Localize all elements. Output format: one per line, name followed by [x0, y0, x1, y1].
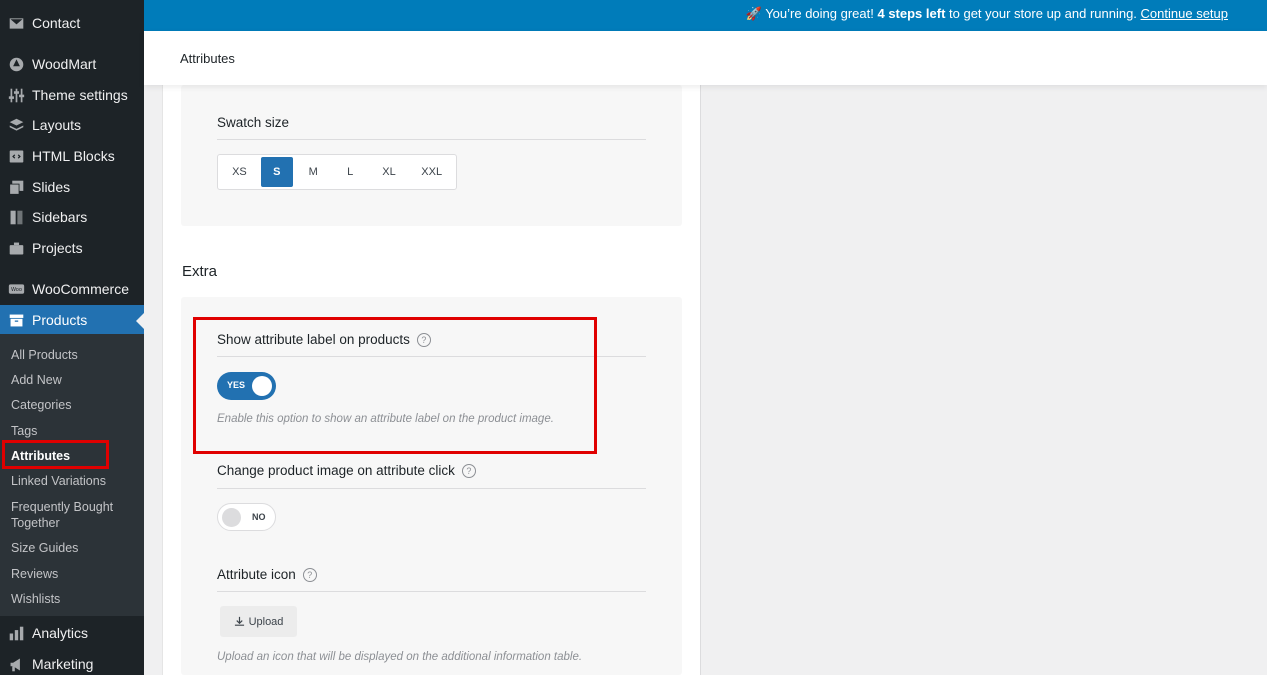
help-icon[interactable]: ? [302, 567, 317, 582]
toggle-knob [252, 376, 272, 396]
admin-sidebar: Contact WoodMart Theme settings Layouts … [0, 0, 144, 675]
show-attribute-label-toggle[interactable]: YES [217, 372, 276, 400]
menu-item-products[interactable]: Products [0, 305, 144, 335]
html-block-icon [7, 147, 25, 165]
slides-icon [7, 178, 25, 196]
show-attribute-label-description: Enable this option to show an attribute … [217, 413, 554, 425]
divider [217, 139, 646, 140]
upload-button-label: Upload [248, 615, 284, 628]
menu-item-woocommerce[interactable]: Woo WooCommerce [0, 274, 144, 304]
menu-item-layouts[interactable]: Layouts [0, 110, 144, 140]
page-title: Attributes [180, 51, 235, 66]
megaphone-icon [7, 655, 25, 673]
menu-item-slides[interactable]: Slides [0, 172, 144, 202]
menu-item-contact[interactable]: Contact [0, 8, 144, 38]
show-attribute-label-label: Show attribute label on products [217, 332, 410, 347]
help-icon[interactable]: ? [461, 463, 476, 478]
extra-settings-card: Show attribute label on products ? YES E… [181, 297, 682, 675]
menu-item-analytics[interactable]: Analytics [0, 618, 144, 648]
section-title-extra: Extra [182, 263, 218, 280]
swatch-size-selector: XS S M L XL XXL [217, 154, 457, 190]
submenu-reviews[interactable]: Reviews [11, 566, 136, 582]
swatch-option-l[interactable]: L [334, 157, 367, 187]
menu-label: Contact [32, 15, 81, 31]
woocommerce-icon: Woo [7, 280, 25, 298]
menu-label: WoodMart [32, 56, 97, 72]
swatch-option-xl[interactable]: XL [371, 157, 408, 187]
menu-label: Analytics [32, 625, 89, 641]
notice-text-before: You’re doing great! [765, 6, 878, 21]
toggle-label: NO [252, 512, 266, 522]
upload-button[interactable]: Upload [220, 606, 297, 637]
menu-item-marketing[interactable]: Marketing [0, 649, 144, 675]
svg-text:Woo: Woo [11, 287, 22, 293]
show-attribute-label-field: Show attribute label on products ? [217, 332, 431, 347]
setup-notice-bar: 🚀 You’re doing great! 4 steps left to ge… [144, 0, 1267, 31]
briefcase-icon [7, 239, 25, 257]
archive-icon [7, 311, 25, 329]
toggle-knob [222, 508, 241, 527]
help-icon[interactable]: ? [416, 332, 431, 347]
attribute-icon-label: Attribute icon [217, 567, 296, 582]
submenu-all-products[interactable]: All Products [11, 347, 136, 363]
divider [217, 591, 646, 592]
menu-label: Sidebars [32, 209, 88, 225]
swatch-option-m[interactable]: M [297, 157, 330, 187]
menu-item-sidebars[interactable]: Sidebars [0, 202, 144, 232]
submenu-size-guides[interactable]: Size Guides [11, 540, 136, 556]
menu-label: Slides [32, 179, 71, 195]
menu-item-theme-settings[interactable]: Theme settings [0, 80, 144, 110]
submenu-categories[interactable]: Categories [11, 397, 136, 413]
notice-text-after: to get your store up and running. [945, 6, 1141, 21]
chart-bar-icon [7, 624, 25, 642]
submenu-tags[interactable]: Tags [11, 423, 136, 439]
products-submenu: All Products Add New Categories Tags Att… [0, 334, 144, 616]
rocket-icon: 🚀 [745, 6, 762, 21]
change-image-label: Change product image on attribute click [217, 463, 455, 478]
sliders-icon [7, 86, 25, 104]
swatch-settings-card: Swatch size XS S M L XL XXL [181, 85, 682, 226]
attribute-icon-field: Attribute icon ? [217, 567, 317, 582]
divider [217, 356, 646, 357]
continue-setup-link[interactable]: Continue setup [1141, 6, 1228, 21]
menu-label: Projects [32, 240, 83, 256]
change-image-toggle[interactable]: NO [217, 503, 276, 531]
submenu-wishlists[interactable]: Wishlists [11, 591, 136, 607]
sidebar-icon [7, 208, 25, 226]
layers-icon [7, 116, 25, 134]
menu-label: Theme settings [32, 87, 128, 103]
submenu-add-new[interactable]: Add New [11, 372, 136, 388]
download-icon [234, 616, 244, 626]
menu-item-woodmart[interactable]: WoodMart [0, 49, 144, 79]
submenu-attributes[interactable]: Attributes [11, 448, 136, 464]
menu-label: Products [32, 312, 88, 328]
attribute-icon-description: Upload an icon that will be displayed on… [217, 651, 583, 663]
menu-label: HTML Blocks [32, 148, 115, 164]
toggle-label: YES [227, 380, 246, 390]
menu-label: Layouts [32, 117, 82, 133]
page-header: Attributes [144, 31, 1267, 85]
swatch-size-label: Swatch size [217, 115, 290, 130]
attribute-settings-panel: Swatch size XS S M L XL XXL Extra Show a… [162, 85, 701, 675]
notice-steps-left: 4 steps left [877, 6, 946, 21]
submenu-linked-variations[interactable]: Linked Variations [11, 473, 136, 489]
menu-label: WooCommerce [32, 281, 129, 297]
swatch-option-xs[interactable]: XS [222, 157, 257, 187]
envelope-icon [7, 14, 25, 32]
divider [217, 488, 646, 489]
woodmart-icon [7, 55, 25, 73]
menu-label: Marketing [32, 656, 94, 672]
submenu-frequently-bought-together[interactable]: Frequently Bought Together [11, 499, 136, 531]
menu-item-projects[interactable]: Projects [0, 233, 144, 263]
swatch-option-s[interactable]: S [260, 157, 293, 187]
menu-item-html-blocks[interactable]: HTML Blocks [0, 141, 144, 171]
change-image-field: Change product image on attribute click … [217, 463, 476, 478]
swatch-option-xxl[interactable]: XXL [411, 157, 452, 187]
